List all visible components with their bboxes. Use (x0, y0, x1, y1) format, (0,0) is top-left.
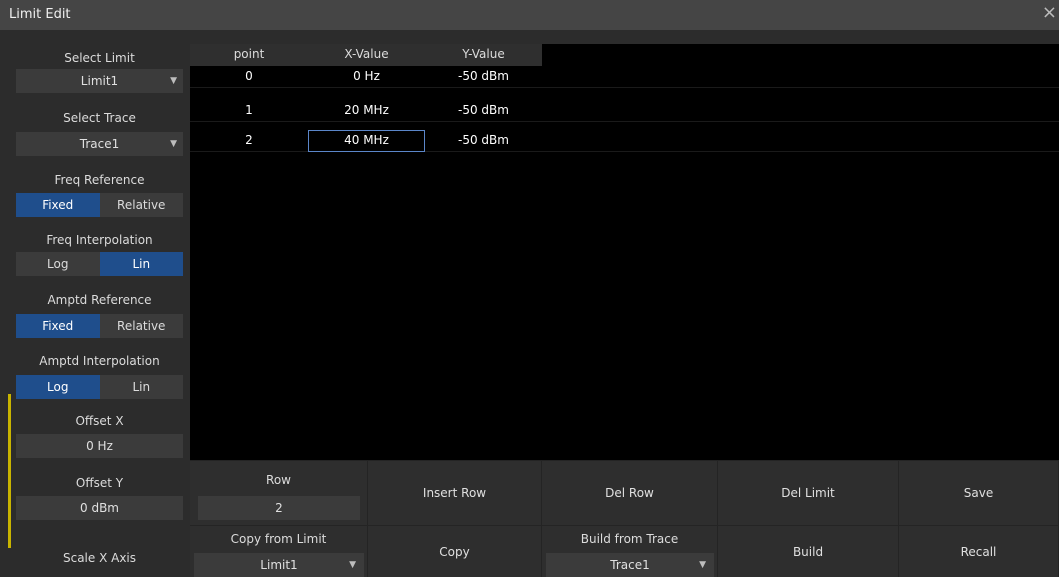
freq-interpolation-label: Freq Interpolation (46, 233, 153, 247)
active-indicator (8, 394, 11, 548)
table-row[interactable]: 1 20 MHz -50 dBm (190, 100, 1059, 122)
save-label: Save (963, 486, 994, 500)
build-button[interactable]: Build (718, 525, 899, 577)
offset-x-label: Offset X (75, 414, 124, 428)
y-value-cell[interactable]: -50 dBm (425, 69, 542, 83)
select-trace-dropdown[interactable]: Trace1 ▼ (16, 132, 183, 156)
copy-from-limit-value: Limit1 (260, 558, 298, 572)
amptd-reference-toggle: Fixed Relative (16, 314, 183, 338)
select-trace-label: Select Trace (63, 111, 136, 125)
chevron-down-icon: ▼ (170, 139, 177, 149)
amptd-reference-label: Amptd Reference (47, 293, 152, 307)
point-cell[interactable]: 0 (190, 69, 308, 83)
amptd-reference-relative[interactable]: Relative (99, 314, 183, 338)
recall-button[interactable]: Recall (899, 525, 1059, 577)
y-value-cell[interactable]: -50 dBm (425, 133, 542, 147)
freq-reference-fixed[interactable]: Fixed (16, 193, 100, 217)
limit-edit-panel: Select Limit Limit1 ▼ Select Trace Trace… (0, 30, 1059, 577)
build-from-trace-control: Build from Trace Trace1 ▼ (542, 525, 718, 577)
build-label: Build (792, 544, 824, 559)
copy-from-limit-control: Copy from Limit Limit1 ▼ (190, 525, 368, 577)
build-from-trace-value: Trace1 (610, 558, 650, 572)
amptd-interpolation-label: Amptd Interpolation (39, 354, 160, 368)
offset-y-label: Offset Y (75, 476, 124, 490)
amptd-interpolation-toggle: Log Lin (16, 375, 183, 399)
table-row[interactable]: 0 0 Hz -50 dBm (190, 66, 1059, 88)
freq-interpolation-log[interactable]: Log (16, 252, 100, 276)
scale-x-axis-button[interactable]: Scale X Axis (16, 551, 183, 565)
select-trace-value: Trace1 (79, 137, 120, 151)
chevron-down-icon: ▼ (349, 560, 356, 570)
copy-label: Copy (439, 544, 470, 559)
select-limit-value: Limit1 (80, 74, 119, 88)
del-row-button[interactable]: Del Row (542, 460, 718, 525)
freq-interpolation-lin[interactable]: Lin (99, 252, 183, 276)
chevron-down-icon: ▼ (699, 560, 706, 570)
del-row-label: Del Row (605, 486, 654, 500)
offset-x-field[interactable]: 0 Hz (16, 434, 183, 458)
title-bar: Limit Edit × (0, 0, 1059, 30)
close-icon[interactable]: × (1042, 4, 1057, 22)
copy-from-limit-dropdown[interactable]: Limit1 ▼ (194, 553, 364, 577)
select-limit-label: Select Limit (64, 51, 135, 65)
x-value-cell[interactable]: 40 MHz (308, 133, 425, 147)
limit-points-table: point X-Value Y-Value 0 0 Hz -50 dBm 1 2… (190, 44, 1059, 460)
column-header-y-value[interactable]: Y-Value (425, 47, 542, 61)
column-header-x-value[interactable]: X-Value (308, 47, 425, 61)
select-limit-dropdown[interactable]: Limit1 ▼ (16, 69, 183, 93)
del-limit-button[interactable]: Del Limit (718, 460, 899, 525)
point-cell[interactable]: 1 (190, 103, 308, 117)
freq-interpolation-toggle: Log Lin (16, 252, 183, 276)
point-cell[interactable]: 2 (190, 133, 308, 147)
row-field[interactable]: 2 (198, 496, 360, 520)
window-title: Limit Edit (9, 7, 71, 22)
build-from-trace-label: Build from Trace (580, 532, 679, 546)
build-from-trace-dropdown[interactable]: Trace1 ▼ (546, 553, 714, 577)
del-limit-label: Del Limit (781, 486, 835, 500)
offset-y-field[interactable]: 0 dBm (16, 496, 183, 520)
row-control: Row 2 (190, 460, 368, 525)
amptd-interpolation-log[interactable]: Log (16, 375, 100, 399)
amptd-interpolation-lin[interactable]: Lin (99, 375, 183, 399)
freq-reference-relative[interactable]: Relative (99, 193, 183, 217)
amptd-reference-fixed[interactable]: Fixed (16, 314, 100, 338)
column-header-point[interactable]: point (190, 47, 308, 61)
y-value-cell[interactable]: -50 dBm (425, 103, 542, 117)
save-button[interactable]: Save (899, 460, 1059, 525)
freq-reference-toggle: Fixed Relative (16, 193, 183, 217)
insert-row-button[interactable]: Insert Row (368, 460, 542, 525)
chevron-down-icon: ▼ (170, 76, 177, 86)
recall-label: Recall (960, 544, 997, 559)
row-label: Row (266, 473, 291, 487)
copy-from-limit-label: Copy from Limit (230, 532, 327, 546)
table-header: point X-Value Y-Value (190, 44, 542, 66)
insert-row-label: Insert Row (422, 486, 487, 500)
table-row[interactable]: 2 40 MHz -50 dBm (190, 130, 1059, 152)
freq-reference-label: Freq Reference (54, 173, 145, 187)
copy-button[interactable]: Copy (368, 525, 542, 577)
x-value-cell[interactable]: 20 MHz (308, 103, 425, 117)
x-value-cell[interactable]: 0 Hz (308, 69, 425, 83)
